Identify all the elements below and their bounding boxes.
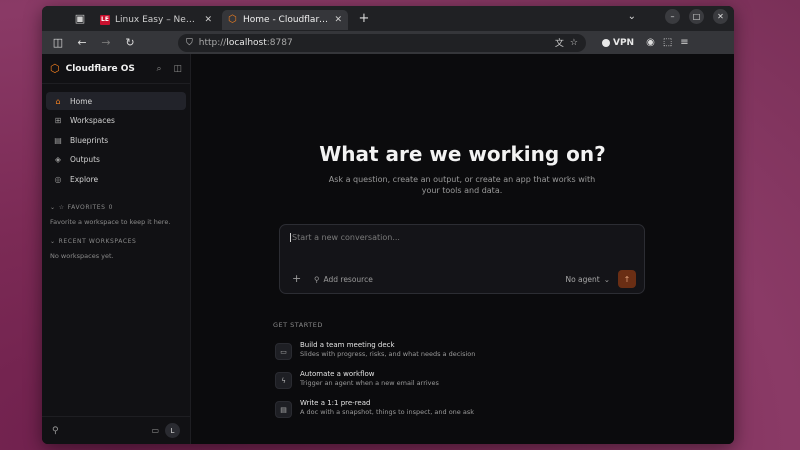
- sidebar-item-label: Blueprints: [70, 135, 109, 145]
- site-info-icon[interactable]: ⛉: [186, 38, 193, 48]
- send-button[interactable]: ↑: [618, 270, 636, 288]
- document-icon: ▤: [275, 401, 292, 418]
- monitor-icon[interactable]: ▭: [151, 426, 159, 435]
- layers-icon: ◈: [54, 155, 62, 164]
- recent-empty-text: No workspaces yet.: [50, 251, 114, 260]
- address-bar-row: ◫ ← → ↻ ⛉ http://localhost:8787 文 ☆ VPN …: [42, 31, 734, 54]
- conversation-input[interactable]: Start a new conversation...: [290, 233, 400, 242]
- tab-overview-icon[interactable]: ▣: [66, 9, 94, 29]
- bookmark-star-icon[interactable]: ☆: [570, 38, 578, 48]
- sidebar-item-home[interactable]: ⌂ Home: [46, 92, 186, 110]
- collapse-sidebar-icon[interactable]: ◫: [173, 64, 182, 74]
- get-started-title: Build a team meeting deck: [300, 341, 395, 349]
- favorites-section: ⌄ ☆ FAVORITES 0 Favorite a workspace to …: [42, 202, 190, 232]
- favorites-count: 0: [108, 204, 113, 211]
- sidebar-item-explore[interactable]: ◎ Explore: [46, 170, 186, 188]
- chevron-down-icon[interactable]: ⌄: [628, 11, 636, 22]
- get-started-description: Slides with progress, risks, and what ne…: [300, 350, 476, 358]
- presentation-icon: ▭: [275, 343, 292, 360]
- get-started-heading: GET STARTED: [273, 321, 323, 329]
- page-subtitle: Ask a question, create an output, or cre…: [328, 175, 596, 195]
- recent-workspaces-header[interactable]: ⌄ RECENT WORKSPACES: [50, 236, 182, 248]
- sidebar: ⬡ Cloudflare OS ⌕ ◫ ⌂ Home ⊞ Workspaces …: [42, 54, 191, 444]
- pin-icon[interactable]: ⚲: [52, 426, 151, 436]
- extensions-icon[interactable]: ⬚: [663, 37, 672, 48]
- agent-select[interactable]: No agent ⌄: [565, 275, 610, 284]
- conversation-composer[interactable]: Start a new conversation... + ⚲ Add reso…: [279, 224, 645, 294]
- sidebar-item-workspaces[interactable]: ⊞ Workspaces: [46, 112, 186, 130]
- chevron-down-icon: ⌄: [603, 275, 610, 284]
- grid-icon: ⊞: [54, 116, 62, 125]
- profile-icon[interactable]: ◉: [646, 37, 655, 48]
- sidebar-footer: ⚲ ▭ L: [42, 416, 190, 444]
- star-icon: ☆: [58, 204, 65, 211]
- new-tab-button[interactable]: +: [354, 11, 374, 26]
- translate-icon[interactable]: 文: [555, 36, 564, 49]
- chevron-down-icon: ⌄: [50, 238, 56, 245]
- main-content: What are we working on? Ask a question, …: [191, 54, 734, 444]
- close-window-button[interactable]: ✕: [713, 9, 728, 24]
- back-button[interactable]: ←: [72, 34, 92, 52]
- reload-button[interactable]: ↻: [120, 34, 140, 52]
- get-started-item[interactable]: ▤ Write a 1:1 pre-read A doc with a snap…: [275, 399, 474, 421]
- add-icon[interactable]: +: [292, 272, 301, 285]
- sidebar-nav: ⌂ Home ⊞ Workspaces ▤ Blueprints ◈ Outpu…: [42, 84, 190, 198]
- brand-name: Cloudflare OS: [65, 63, 135, 74]
- forward-button[interactable]: →: [96, 34, 116, 52]
- tab-linux-easy[interactable]: LE Linux Easy – News da Mo ✕: [94, 10, 218, 30]
- url-text: http://localhost:8787: [198, 37, 293, 48]
- browser-window: ▣ LE Linux Easy – News da Mo ✕ ⬡ Home - …: [42, 6, 734, 444]
- get-started-item[interactable]: ▭ Build a team meeting deck Slides with …: [275, 341, 475, 363]
- sidebar-toggle-icon[interactable]: ◫: [48, 34, 68, 52]
- cloudflare-favicon-icon: ⬡: [228, 13, 237, 25]
- page-title: What are we working on?: [319, 142, 606, 166]
- tab-title: Home - Cloudflare OS: [243, 14, 329, 25]
- brand-header: ⬡ Cloudflare OS ⌕ ◫: [42, 54, 190, 84]
- search-icon[interactable]: ⌕: [156, 64, 161, 74]
- sidebar-item-label: Explore: [70, 174, 99, 184]
- favorites-empty-text: Favorite a workspace to keep it here.: [50, 217, 171, 226]
- add-resource-button[interactable]: ⚲ Add resource: [314, 275, 373, 284]
- sidebar-item-label: Outputs: [70, 155, 100, 164]
- vpn-icon: [602, 38, 610, 47]
- sidebar-item-label: Home: [70, 96, 93, 106]
- menu-icon[interactable]: ≡: [680, 37, 688, 48]
- sidebar-item-label: Workspaces: [70, 116, 115, 125]
- home-icon: ⌂: [55, 96, 61, 106]
- blueprint-icon: ▤: [54, 135, 62, 145]
- get-started-item[interactable]: ϟ Automate a workflow Trigger an agent w…: [275, 370, 439, 392]
- chevron-down-icon: ⌄: [50, 204, 56, 211]
- app: ⬡ Cloudflare OS ⌕ ◫ ⌂ Home ⊞ Workspaces …: [42, 54, 734, 444]
- link-icon: ⚲: [314, 275, 320, 284]
- recent-workspaces-section: ⌄ RECENT WORKSPACES No workspaces yet.: [42, 236, 190, 266]
- maximize-button[interactable]: □: [689, 9, 704, 24]
- close-tab-icon[interactable]: ✕: [204, 15, 212, 25]
- tab-title: Linux Easy – News da Mo: [115, 14, 199, 25]
- cloudflare-logo-icon: ⬡: [50, 62, 60, 75]
- minimize-button[interactable]: –: [665, 9, 680, 24]
- sidebar-item-outputs[interactable]: ◈ Outputs: [46, 151, 186, 169]
- favorites-header[interactable]: ⌄ ☆ FAVORITES 0: [50, 202, 182, 214]
- close-tab-icon[interactable]: ✕: [334, 15, 342, 25]
- linux-easy-favicon-icon: LE: [100, 14, 110, 25]
- get-started-title: Automate a workflow: [300, 370, 375, 378]
- compass-icon: ◎: [54, 174, 62, 184]
- avatar[interactable]: L: [165, 423, 180, 438]
- get-started-description: A doc with a snapshot, things to inspect…: [300, 408, 474, 416]
- sidebar-item-blueprints[interactable]: ▤ Blueprints: [46, 131, 186, 149]
- tab-bar: ▣ LE Linux Easy – News da Mo ✕ ⬡ Home - …: [42, 6, 734, 31]
- get-started-title: Write a 1:1 pre-read: [300, 399, 371, 407]
- vpn-button[interactable]: VPN: [602, 38, 634, 48]
- bolt-icon: ϟ: [275, 372, 292, 389]
- url-field[interactable]: ⛉ http://localhost:8787 文 ☆: [178, 33, 586, 52]
- tab-cloudflare-os[interactable]: ⬡ Home - Cloudflare OS ✕: [222, 9, 348, 30]
- get-started-description: Trigger an agent when a new email arrive…: [300, 379, 439, 387]
